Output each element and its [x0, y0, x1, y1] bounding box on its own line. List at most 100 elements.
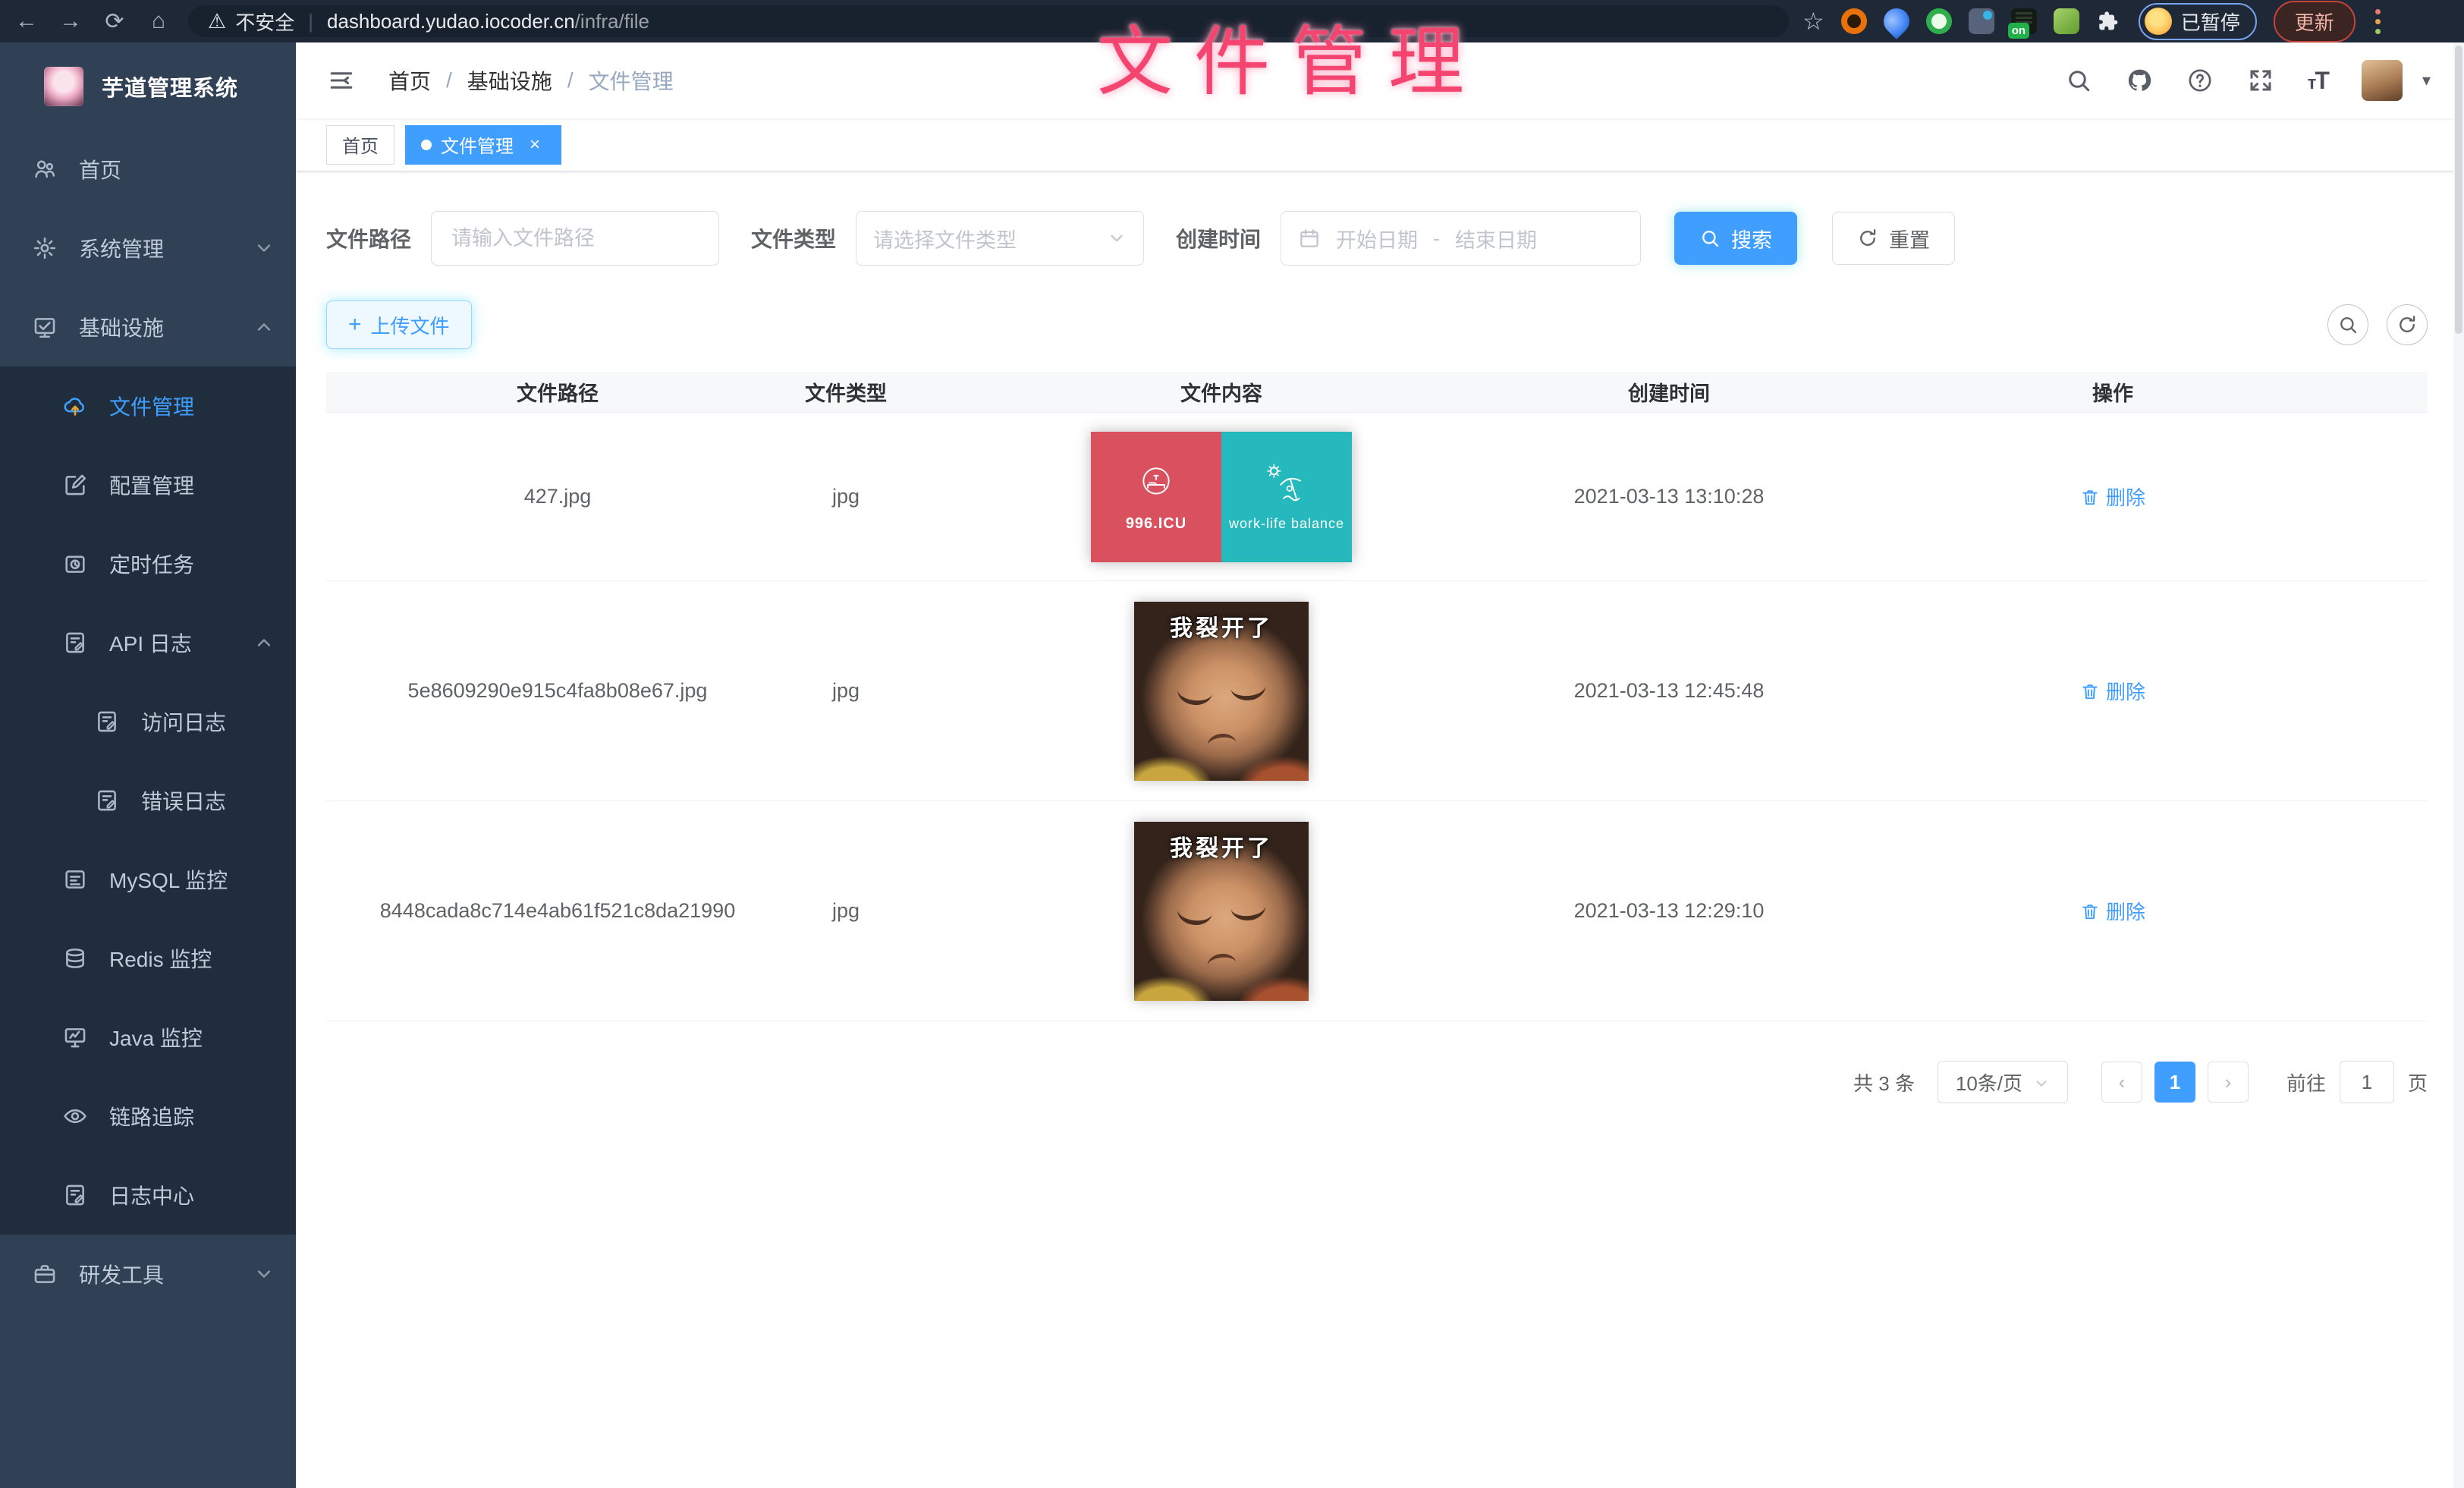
goto-page-input[interactable]	[2340, 1061, 2394, 1103]
browser-toolbar: ← → ⟳ ⌂ ⚠ 不安全 | dashboard.yudao.iocoder.…	[0, 0, 2464, 42]
breadcrumb-home[interactable]: 首页	[388, 65, 431, 96]
close-icon[interactable]: ×	[524, 134, 545, 156]
file-preview-996-banner[interactable]: 996.ICU work-life balance	[1091, 432, 1352, 562]
scrollbar-thumb[interactable]	[2455, 46, 2462, 334]
monitor-icon	[62, 1024, 88, 1050]
sidebar-item-label: Java 监控	[109, 1022, 275, 1052]
baby-eye	[1176, 689, 1212, 706]
current-page-button[interactable]: 1	[2154, 1062, 2195, 1103]
document-pencil-icon	[62, 1182, 88, 1208]
next-page-button[interactable]: ›	[2208, 1062, 2249, 1103]
browser-home-button[interactable]: ⌂	[141, 4, 176, 39]
tab-home[interactable]: 首页	[326, 125, 394, 165]
sidebar-item-dev-tools[interactable]: 研发工具	[0, 1235, 296, 1313]
file-path-input[interactable]	[431, 211, 719, 266]
browser-back-button[interactable]: ←	[9, 4, 44, 39]
extension-green-icon[interactable]	[1926, 8, 1952, 34]
tab-file-management[interactable]: 文件管理 ×	[405, 125, 561, 165]
extension-slate-icon[interactable]	[1969, 8, 1994, 34]
fullscreen-icon[interactable]	[2247, 67, 2274, 94]
chevron-down-icon	[1107, 228, 1127, 248]
delete-button[interactable]: 删除	[2080, 483, 2145, 511]
baby-mouth	[1206, 952, 1236, 966]
delete-button[interactable]: 删除	[2080, 677, 2145, 705]
sidebar-item-java-monitor[interactable]: Java 监控	[0, 998, 296, 1077]
search-button[interactable]: 搜索	[1674, 212, 1797, 265]
extension-orange-icon[interactable]	[1841, 8, 1867, 34]
refresh-icon	[1857, 228, 1878, 249]
browser-forward-button[interactable]: →	[53, 4, 88, 39]
address-bar[interactable]: ⚠ 不安全 | dashboard.yudao.iocoder.cn/infra…	[188, 5, 1789, 37]
extensions-puzzle-icon[interactable]	[2096, 8, 2122, 34]
delete-button[interactable]: 删除	[2080, 897, 2145, 925]
browser-update-button[interactable]: 更新	[2274, 1, 2356, 42]
switch-on-badge: on	[2008, 23, 2029, 39]
cell-file-path: 5e8609290e915c4fa8b08e67.jpg	[326, 679, 789, 703]
sidebar-item-api-log[interactable]: API 日志	[0, 603, 296, 682]
sidebar-fold-icon[interactable]	[326, 68, 357, 93]
date-range-picker[interactable]: 开始日期 - 结束日期	[1281, 211, 1641, 266]
toggle-search-button[interactable]	[2327, 304, 2368, 345]
sidebar-item-error-log[interactable]: 错误日志	[0, 761, 296, 840]
sidebar-item-log-center[interactable]: 日志中心	[0, 1156, 296, 1235]
user-avatar[interactable]	[2362, 60, 2403, 101]
upload-file-button[interactable]: + 上传文件	[326, 300, 472, 349]
security-label[interactable]: 不安全	[235, 8, 294, 36]
sidebar-item-infrastructure[interactable]: 基础设施	[0, 288, 296, 366]
gear-icon	[32, 235, 58, 261]
bookmark-star-icon[interactable]: ☆	[1802, 7, 1824, 36]
screen: ← → ⟳ ⌂ ⚠ 不安全 | dashboard.yudao.iocoder.…	[0, 0, 2464, 1488]
cell-create-time: 2021-03-13 13:10:28	[1540, 485, 1798, 508]
column-header-file-type: 文件类型	[789, 377, 903, 407]
reset-button[interactable]: 重置	[1832, 212, 1955, 265]
file-type-label: 文件类型	[751, 223, 836, 253]
refresh-table-button[interactable]	[2387, 304, 2428, 345]
extension-drop-icon[interactable]	[1878, 3, 1915, 39]
pagination-total: 共 3 条	[1853, 1068, 1915, 1096]
chevron-up-icon	[253, 632, 275, 653]
sidebar-item-label: 系统管理	[79, 233, 253, 263]
profile-paused-chip[interactable]: 已暂停	[2139, 3, 2257, 40]
file-preview-baby-meme[interactable]: 我裂开了	[1134, 822, 1309, 1001]
sidebar-item-home[interactable]: 首页	[0, 130, 296, 209]
sidebar-item-config-management[interactable]: 配置管理	[0, 445, 296, 524]
search-icon[interactable]	[2065, 67, 2092, 94]
plus-icon: +	[348, 313, 362, 336]
breadcrumb-infrastructure[interactable]: 基础设施	[467, 65, 552, 96]
sidebar-item-system-management[interactable]: 系统管理	[0, 209, 296, 288]
browser-reload-button[interactable]: ⟳	[97, 4, 132, 39]
font-size-icon[interactable]: тT	[2308, 67, 2328, 95]
sidebar-item-tracing[interactable]: 链路追踪	[0, 1077, 296, 1156]
file-type-select[interactable]: 请选择文件类型	[856, 211, 1144, 266]
help-icon[interactable]	[2186, 67, 2214, 94]
sidebar-item-label: 基础设施	[79, 312, 253, 342]
date-end-placeholder: 结束日期	[1455, 224, 1537, 253]
prev-page-button[interactable]: ‹	[2101, 1062, 2142, 1103]
reset-button-label: 重置	[1889, 224, 1930, 253]
main-area: 首页 / 基础设施 / 文件管理 тT ▾ 首页	[296, 42, 2464, 1488]
infrastructure-icon	[32, 314, 58, 340]
sidebar-item-label: 文件管理	[109, 391, 275, 421]
extension-leaf-icon[interactable]	[2054, 8, 2079, 34]
scrollbar[interactable]	[2453, 42, 2464, 1488]
sidebar-item-file-management[interactable]: 文件管理	[0, 366, 296, 445]
url-host: dashboard.yudao.iocoder.cn	[327, 10, 575, 33]
sidebar-item-access-log[interactable]: 访问日志	[0, 682, 296, 761]
browser-menu-icon[interactable]	[2375, 9, 2381, 34]
extension-switch-icon[interactable]: on	[2011, 8, 2037, 34]
page-size-select[interactable]: 10条/页	[1938, 1061, 2068, 1103]
github-icon[interactable]	[2126, 67, 2153, 94]
cell-file-type: jpg	[789, 485, 903, 508]
app-title: 芋道管理系统	[102, 71, 238, 102]
app-logo-row[interactable]: 芋道管理系统	[0, 42, 296, 130]
table-row: 5e8609290e915c4fa8b08e67.jpg jpg 我裂开了	[326, 581, 2428, 801]
cell-file-type: jpg	[789, 899, 903, 923]
sidebar-item-mysql-monitor[interactable]: MySQL 监控	[0, 840, 296, 919]
sidebar-item-redis-monitor[interactable]: Redis 监控	[0, 919, 296, 998]
baby-eye	[1230, 905, 1266, 922]
cell-actions: 删除	[1798, 897, 2428, 925]
caret-down-icon[interactable]: ▾	[2422, 71, 2431, 90]
sidebar-item-scheduled-jobs[interactable]: 定时任务	[0, 524, 296, 603]
active-tab-dot	[421, 140, 432, 150]
file-preview-baby-meme[interactable]: 我裂开了	[1134, 602, 1309, 781]
